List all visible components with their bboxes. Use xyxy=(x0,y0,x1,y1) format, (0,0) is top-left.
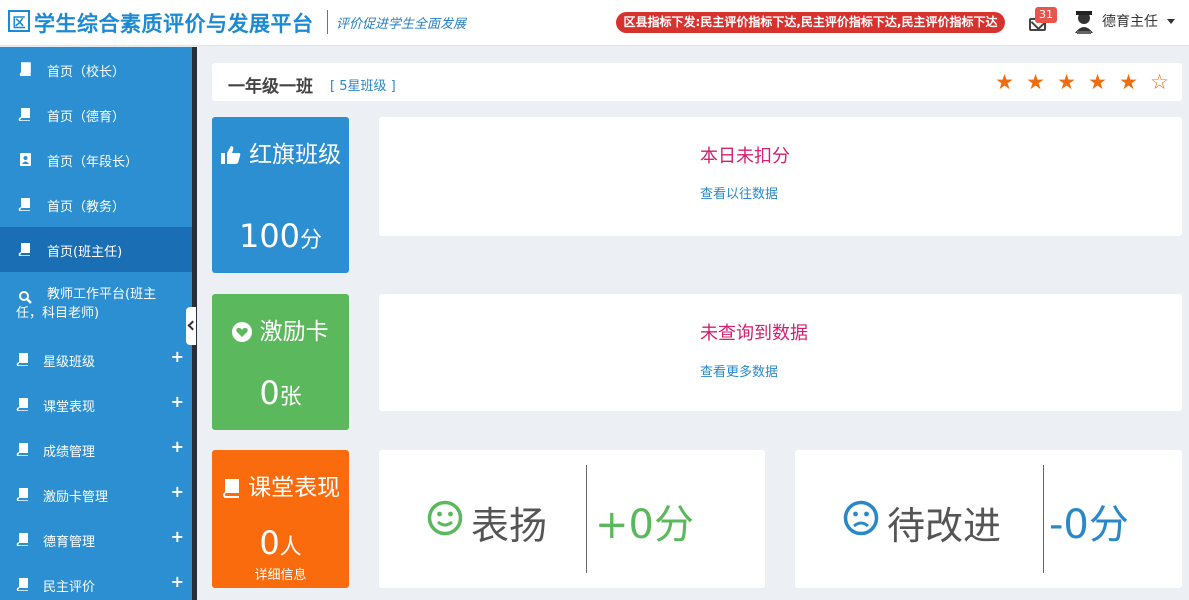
sidebar-item-label: 首页（教务） xyxy=(47,200,126,215)
plus-icon[interactable]: + xyxy=(171,572,184,591)
red-flag-score: 100分 xyxy=(238,217,323,255)
sidebar-item-label: 成绩管理 xyxy=(43,445,96,460)
star-rating: ★ ★ ★ ★ ★ ☆ xyxy=(992,70,1172,94)
book-icon xyxy=(16,398,28,411)
book-icon xyxy=(16,443,28,456)
sidebar-item-label: 首页（年段长） xyxy=(47,155,139,170)
sidebar-item-home-academic[interactable]: 首页（教务） xyxy=(0,182,192,227)
book-icon xyxy=(222,479,239,498)
classroom-performance-title: 课堂表现 xyxy=(212,476,349,500)
detail-info-link[interactable]: 详细信息 xyxy=(212,564,349,583)
deduction-panel: 本日未扣分 查看以往数据 xyxy=(379,117,1182,236)
praise-score: +0分 xyxy=(595,502,694,548)
logo-divider xyxy=(327,10,328,34)
sidebar-item-democratic-eval[interactable]: 民主评价 + xyxy=(0,562,192,600)
class-star-level: [ 5星班级 ] xyxy=(330,79,396,94)
plus-icon[interactable]: + xyxy=(171,527,184,546)
improve-label: 待改进 xyxy=(887,504,1002,548)
book-icon xyxy=(18,198,30,211)
book-icon xyxy=(18,243,30,256)
star-filled-icon: ★ xyxy=(1088,70,1107,94)
sidebar-item-grades[interactable]: 成绩管理 + xyxy=(0,427,192,472)
sidebar-collapse-handle[interactable] xyxy=(186,307,196,345)
sidebar-item-label: 首页（德育） xyxy=(47,110,126,125)
sidebar-item-moral-education[interactable]: 德育管理 + xyxy=(0,517,192,562)
book-icon xyxy=(16,578,28,591)
book-icon xyxy=(19,62,31,76)
sidebar-item-incentive-cards[interactable]: 激励卡管理 + xyxy=(0,472,192,517)
incentive-panel: 未查询到数据 查看更多数据 xyxy=(379,294,1182,411)
divider xyxy=(1043,465,1044,573)
incentive-status: 未查询到数据 xyxy=(700,323,808,344)
thumbs-up-icon xyxy=(220,146,241,164)
incentive-card-tile[interactable]: 激励卡 0张 xyxy=(212,294,349,430)
avatar[interactable] xyxy=(1072,9,1096,36)
classroom-performance-tile[interactable]: 课堂表现 0人 详细信息 xyxy=(212,450,349,588)
improve-score: -0分 xyxy=(1049,502,1129,548)
sidebar-item-label: 首页（校长） xyxy=(47,65,126,80)
sidebar-item-label: 课堂表现 xyxy=(43,400,96,415)
sidebar-item-label: 德育管理 xyxy=(43,535,96,550)
class-header: 一年级一班 [ 5星班级 ] ★ ★ ★ ★ ★ ☆ xyxy=(212,63,1182,101)
class-name: 一年级一班 xyxy=(228,77,313,97)
app-slogan: 评价促进学生全面发展 xyxy=(336,17,467,32)
red-flag-title: 红旗班级 xyxy=(212,143,349,167)
app-title[interactable]: 学生综合素质评价与发展平台 xyxy=(34,8,314,38)
classroom-performance-count: 0人 xyxy=(259,524,302,562)
top-header: 区 学生综合素质评价与发展平台 评价促进学生全面发展 区县指标下发:民主评价指标… xyxy=(0,0,1189,46)
book-icon xyxy=(16,488,28,501)
incentive-card-title: 激励卡 xyxy=(212,320,349,344)
star-filled-icon: ★ xyxy=(1026,70,1045,94)
sidebar-item-home-principal[interactable]: 首页（校长） xyxy=(0,47,192,92)
view-past-data-link[interactable]: 查看以往数据 xyxy=(700,183,778,202)
contact-icon xyxy=(20,153,31,166)
star-filled-icon: ★ xyxy=(1119,70,1138,94)
sidebar-item-label: 星级班级 xyxy=(43,355,96,370)
sidebar-item-label: 民主评价 xyxy=(43,580,96,595)
smile-icon xyxy=(427,500,463,536)
user-name[interactable]: 德育主任 xyxy=(1102,11,1158,31)
star-filled-icon: ★ xyxy=(995,70,1014,94)
notice-banner[interactable]: 区县指标下发:民主评价指标下达,民主评价指标下达,民主评价指标下达 xyxy=(616,12,1005,33)
plus-icon[interactable]: + xyxy=(171,392,184,411)
mail-count-badge: 31 xyxy=(1035,7,1057,23)
sidebar-item-label: 激励卡管理 xyxy=(43,490,109,505)
sidebar-item-home-head-teacher[interactable]: 首页(班主任) xyxy=(0,227,192,272)
incentive-card-count: 0张 xyxy=(259,374,302,412)
book-icon xyxy=(16,353,28,366)
improve-panel: 待改进 -0分 xyxy=(795,450,1182,588)
view-more-data-link[interactable]: 查看更多数据 xyxy=(700,361,778,380)
logo-icon: 区 xyxy=(8,10,30,32)
plus-icon[interactable]: + xyxy=(171,437,184,456)
sidebar: 首页（校长） 首页（德育） 首页（年段长） 首页（教务） 首页(班主任) 教师工… xyxy=(0,47,197,600)
plus-icon[interactable]: + xyxy=(171,347,184,366)
praise-panel: 表扬 +0分 xyxy=(379,450,765,588)
heart-icon xyxy=(232,322,253,342)
book-icon xyxy=(18,108,30,121)
praise-label: 表扬 xyxy=(471,504,548,548)
deduction-status: 本日未扣分 xyxy=(700,146,790,167)
sidebar-item-label: 首页(班主任) xyxy=(47,245,123,260)
sidebar-item-home-grade-leader[interactable]: 首页（年段长） xyxy=(0,137,192,182)
frown-icon xyxy=(843,500,879,536)
sidebar-item-star-class[interactable]: 星级班级 + xyxy=(0,337,192,382)
divider xyxy=(586,465,587,573)
plus-icon[interactable]: + xyxy=(171,482,184,501)
sidebar-item-classroom[interactable]: 课堂表现 + xyxy=(0,382,192,427)
red-flag-tile[interactable]: 红旗班级 100分 xyxy=(212,117,349,273)
star-filled-icon: ★ xyxy=(1057,70,1076,94)
star-empty-icon: ☆ xyxy=(1150,70,1169,94)
sidebar-item-label: 教师工作平台(班主任，科目老师) xyxy=(16,287,157,321)
sidebar-item-home-moral[interactable]: 首页（德育） xyxy=(0,92,192,137)
book-icon xyxy=(16,533,28,546)
sidebar-item-teacher-platform[interactable]: 教师工作平台(班主任，科目老师) xyxy=(0,275,192,325)
chevron-down-icon[interactable] xyxy=(1167,19,1175,24)
